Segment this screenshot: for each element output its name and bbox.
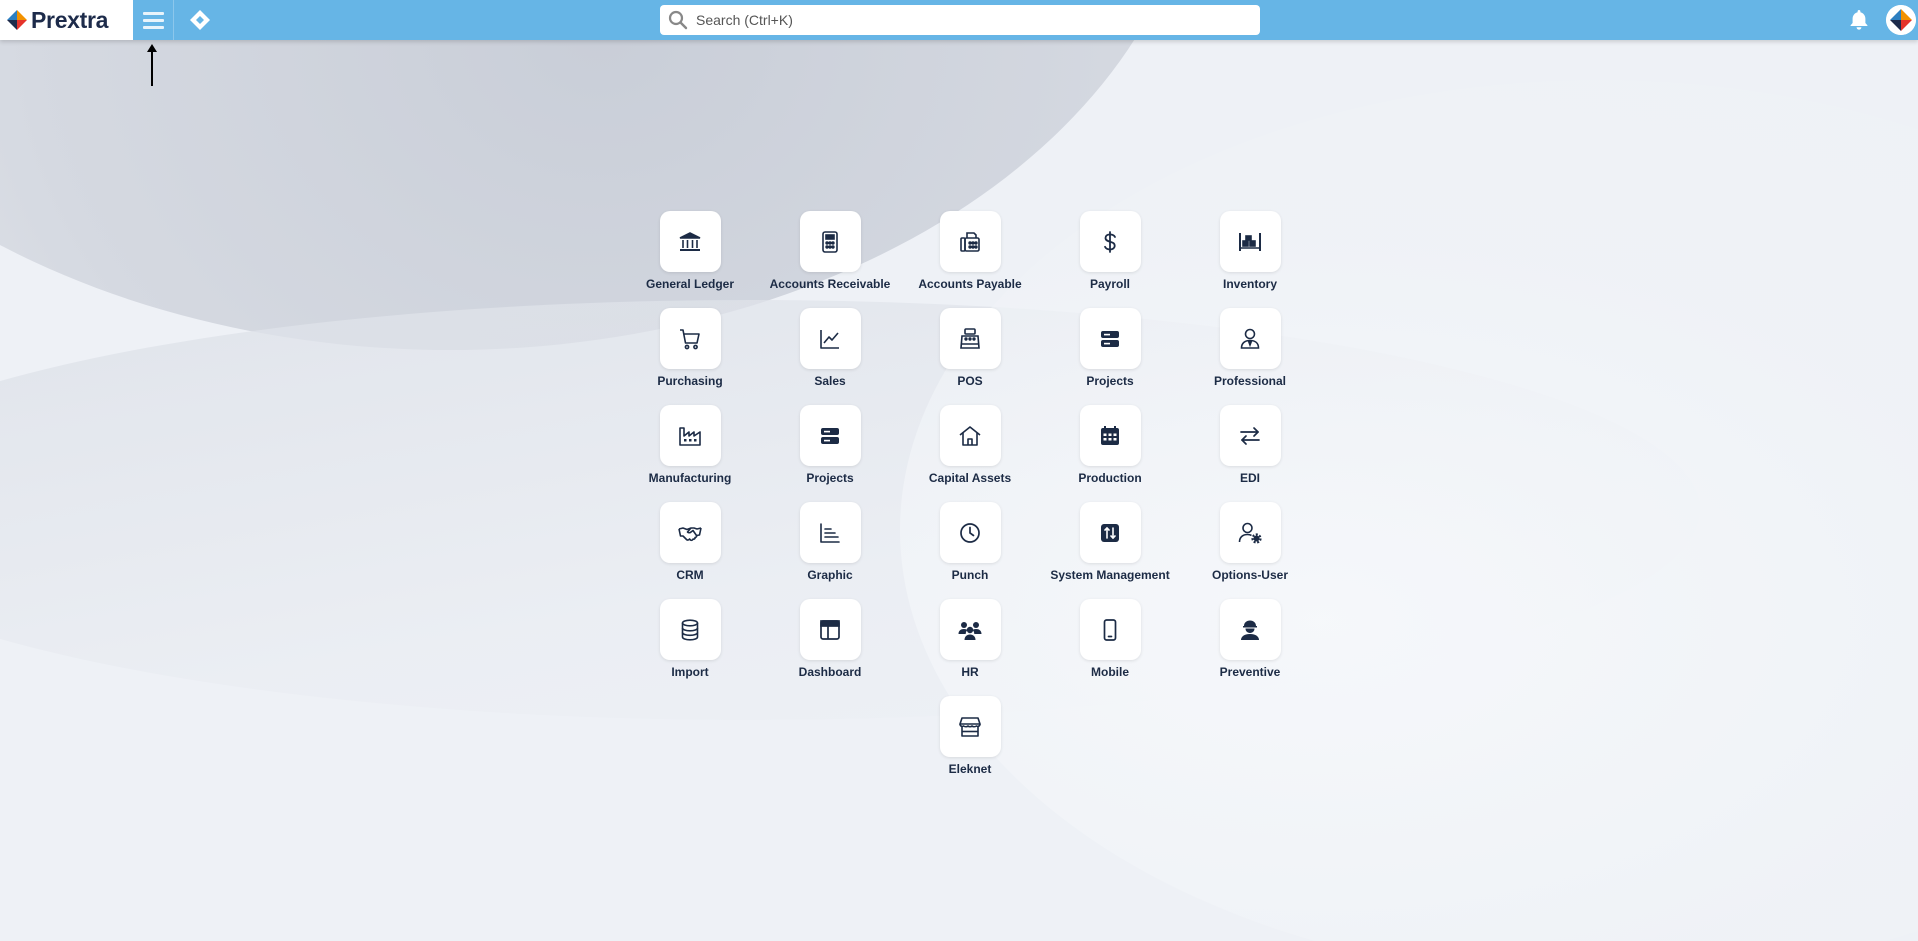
module-payroll[interactable]: Payroll: [1040, 211, 1180, 308]
module-purchasing[interactable]: Purchasing: [620, 308, 760, 405]
module-projects[interactable]: Projects: [1040, 308, 1180, 405]
module-label: EDI: [1239, 471, 1260, 485]
module-label: System Management: [1050, 568, 1170, 582]
module-label: Payroll: [1089, 277, 1131, 291]
module-label: Purchasing: [657, 374, 723, 388]
module-dashboard[interactable]: Dashboard: [760, 599, 900, 696]
calendar-icon: [1101, 425, 1119, 445]
logo[interactable]: Prextra: [0, 0, 133, 40]
users-icon: [958, 621, 982, 640]
mobile-icon: [1103, 618, 1117, 641]
module-label: Preventive: [1219, 665, 1281, 679]
bank-icon: [679, 231, 701, 251]
house-icon: [959, 425, 981, 446]
module-label: Accounts Receivable: [769, 277, 891, 291]
swap-icon: [1240, 426, 1260, 445]
database-icon: [681, 618, 699, 641]
factory-icon: [679, 426, 701, 446]
logo-mark-icon: [7, 10, 27, 30]
diamond-icon[interactable]: [189, 9, 211, 31]
layout-icon: [820, 619, 840, 640]
warehouse-icon: [1239, 232, 1261, 251]
module-mobile[interactable]: Mobile: [1040, 599, 1180, 696]
search-input[interactable]: [696, 12, 1236, 28]
module-crm[interactable]: CRM: [620, 502, 760, 599]
avatar-logo-icon: [1886, 5, 1916, 35]
module-label: Professional: [1213, 374, 1287, 388]
module-label: HR: [961, 665, 979, 679]
user-tie-icon: [1240, 328, 1260, 349]
module-label: Projects: [806, 471, 854, 485]
module-label: Production: [1078, 471, 1142, 485]
search-box[interactable]: [660, 5, 1260, 35]
module-label: Inventory: [1222, 277, 1277, 291]
module-label: Punch: [951, 568, 989, 582]
module-sales[interactable]: Sales: [760, 308, 900, 405]
module-grid: General Ledger Accounts Receivable Accou…: [620, 211, 1320, 793]
module-label: POS: [957, 374, 983, 388]
store-icon: [959, 716, 981, 737]
module-accounts-receivable[interactable]: Accounts Receivable: [760, 211, 900, 308]
server-icon: [1101, 330, 1119, 347]
module-label: Manufacturing: [648, 471, 732, 485]
module-label: Projects: [1086, 374, 1134, 388]
avatar[interactable]: [1886, 5, 1916, 35]
module-label: Accounts Payable: [918, 277, 1022, 291]
module-inventory[interactable]: Inventory: [1180, 211, 1320, 308]
cash-register-icon: [960, 327, 980, 349]
module-label: Sales: [814, 374, 846, 388]
server-icon: [821, 427, 839, 444]
module-label: Import: [671, 665, 709, 679]
bell-icon[interactable]: [1847, 8, 1871, 32]
module-options-user[interactable]: Options-User: [1180, 502, 1320, 599]
module-punch[interactable]: Punch: [900, 502, 1040, 599]
user-gear-icon: [1238, 522, 1262, 544]
search-icon: [668, 10, 688, 30]
logo-text: Prextra: [31, 6, 109, 33]
module-projects-2[interactable]: Projects: [760, 405, 900, 502]
fax-icon: [960, 231, 980, 252]
clock-icon: [960, 522, 980, 543]
module-general-ledger[interactable]: General Ledger: [620, 211, 760, 308]
module-label: Capital Assets: [928, 471, 1012, 485]
arrow-up-icon: [147, 44, 157, 86]
dollar-icon: [1104, 230, 1116, 253]
module-import[interactable]: Import: [620, 599, 760, 696]
module-label: CRM: [676, 568, 704, 582]
bar-chart-icon: [820, 522, 840, 543]
module-eleknet[interactable]: Eleknet: [900, 696, 1040, 793]
module-accounts-payable[interactable]: Accounts Payable: [900, 211, 1040, 308]
top-bar: Prextra: [0, 0, 1918, 40]
worker-icon: [1241, 620, 1259, 640]
module-label: Graphic: [807, 568, 853, 582]
cart-icon: [680, 328, 700, 349]
sliders-icon: [1101, 523, 1119, 542]
calculator-icon: [822, 230, 838, 253]
module-label: Options-User: [1211, 568, 1288, 582]
module-label: Mobile: [1091, 665, 1129, 679]
module-preventive[interactable]: Preventive: [1180, 599, 1320, 696]
module-graphic[interactable]: Graphic: [760, 502, 900, 599]
module-edi[interactable]: EDI: [1180, 405, 1320, 502]
line-chart-icon: [820, 329, 839, 349]
module-manufacturing[interactable]: Manufacturing: [620, 405, 760, 502]
module-label: General Ledger: [645, 277, 735, 291]
hamburger-icon[interactable]: [134, 0, 174, 40]
module-professional[interactable]: Professional: [1180, 308, 1320, 405]
module-hr[interactable]: HR: [900, 599, 1040, 696]
module-capital-assets[interactable]: Capital Assets: [900, 405, 1040, 502]
module-system-management[interactable]: System Management: [1040, 502, 1180, 599]
module-label: Dashboard: [798, 665, 862, 679]
module-label: Eleknet: [948, 762, 992, 776]
module-production[interactable]: Production: [1040, 405, 1180, 502]
module-pos[interactable]: POS: [900, 308, 1040, 405]
handshake-icon: [678, 526, 702, 541]
